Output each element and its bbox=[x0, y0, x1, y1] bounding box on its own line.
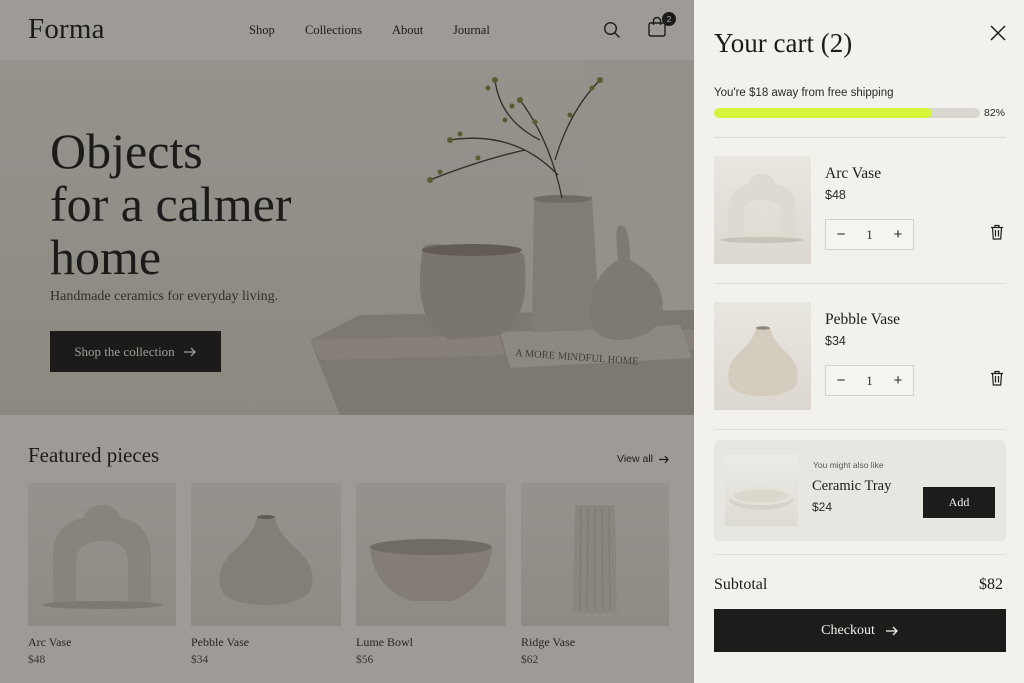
cart-item-image[interactable] bbox=[714, 302, 811, 410]
subtotal-value: $82 bbox=[979, 576, 1003, 593]
cart-title: Your cart (2) bbox=[714, 28, 853, 58]
minus-icon[interactable]: − bbox=[835, 227, 847, 242]
upsell-kicker: You might also like bbox=[813, 460, 884, 470]
cart-item-price: $34 bbox=[825, 334, 846, 348]
divider bbox=[714, 429, 1006, 430]
cart-drawer: Your cart (2) You're $18 away from free … bbox=[694, 0, 1024, 683]
upsell-product-price: $24 bbox=[812, 500, 833, 514]
shipping-progress-fill bbox=[714, 108, 933, 118]
checkout-button[interactable]: Checkout bbox=[714, 609, 1006, 652]
quantity-stepper: − 1 + bbox=[825, 365, 914, 396]
trash-icon[interactable] bbox=[990, 224, 1004, 240]
add-upsell-button[interactable]: Add bbox=[923, 487, 995, 518]
cart-item-name[interactable]: Arc Vase bbox=[825, 165, 881, 183]
quantity-value: 1 bbox=[866, 372, 873, 388]
divider bbox=[714, 554, 1006, 555]
cart-item-name[interactable]: Pebble Vase bbox=[825, 311, 900, 329]
cart-item-price: $48 bbox=[825, 188, 846, 202]
divider bbox=[714, 137, 1006, 138]
upsell-product-image[interactable] bbox=[725, 455, 798, 526]
cart-item-image[interactable] bbox=[714, 156, 811, 264]
shipping-progress-bar bbox=[714, 108, 980, 118]
trash-icon[interactable] bbox=[990, 370, 1004, 386]
drawer-backdrop-overlay[interactable] bbox=[0, 0, 694, 683]
minus-icon[interactable]: − bbox=[835, 373, 847, 388]
quantity-value: 1 bbox=[866, 226, 873, 242]
plus-icon[interactable]: + bbox=[892, 227, 904, 242]
upsell-card: You might also like Ceramic Tray $24 Add bbox=[714, 440, 1006, 541]
free-shipping-message: You're $18 away from free shipping bbox=[714, 87, 894, 99]
upsell-product-name[interactable]: Ceramic Tray bbox=[812, 478, 891, 495]
shipping-progress-percent: 82% bbox=[984, 107, 1006, 119]
arrow-right-icon bbox=[885, 626, 898, 635]
close-icon[interactable] bbox=[988, 23, 1008, 43]
subtotal-label: Subtotal bbox=[714, 576, 768, 593]
plus-icon[interactable]: + bbox=[892, 373, 904, 388]
quantity-stepper: − 1 + bbox=[825, 219, 914, 250]
divider bbox=[714, 283, 1006, 284]
checkout-label: Checkout bbox=[821, 622, 875, 638]
